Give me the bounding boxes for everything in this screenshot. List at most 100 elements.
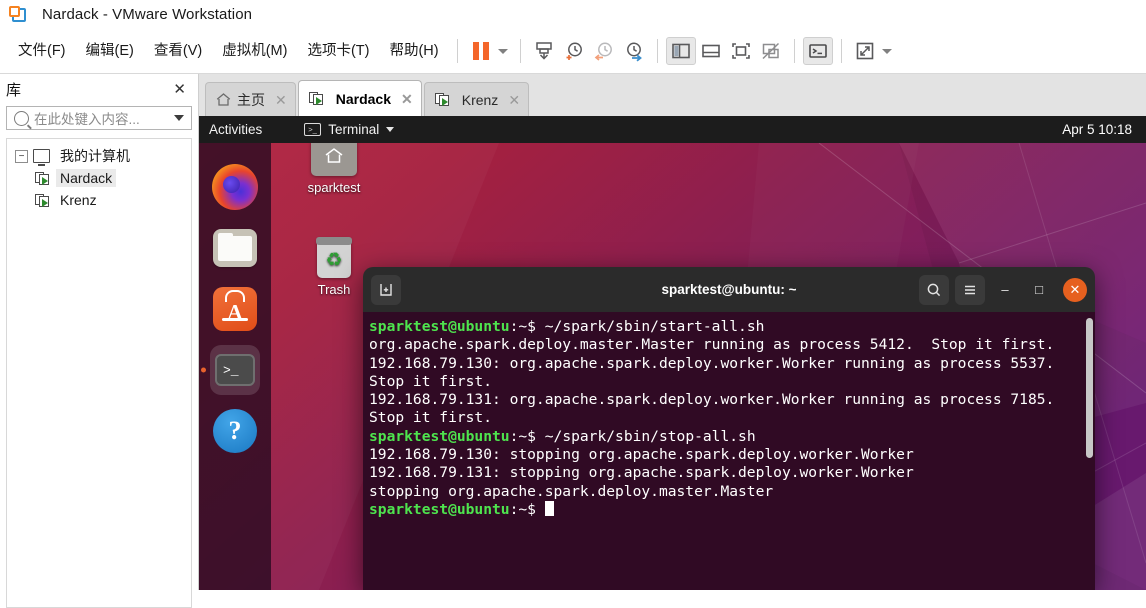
expand-frame-icon: [731, 43, 750, 59]
ubuntu-dock: A >_ ?: [199, 143, 271, 590]
vm-icon: [35, 171, 50, 185]
maximize-button[interactable]: □: [1025, 276, 1053, 304]
manage-snapshot-button[interactable]: [529, 37, 559, 65]
terminal-search-button[interactable]: [919, 274, 949, 305]
tab-label: Krenz: [461, 91, 499, 108]
tab-krenz[interactable]: Krenz ✕: [423, 82, 530, 116]
close-icon[interactable]: ✕: [275, 93, 287, 107]
show-thumbnail-bar-button[interactable]: [696, 37, 726, 65]
collapse-icon[interactable]: −: [15, 149, 28, 163]
bottom-panel-icon: [701, 44, 720, 58]
terminal-window: sparktest@ubuntu: ~ ‒ □ ✕ sparktest@ubun…: [363, 267, 1095, 590]
sidebar-item-nardack[interactable]: Nardack: [7, 167, 191, 189]
dock-item-terminal[interactable]: >_: [210, 345, 260, 395]
close-icon[interactable]: ✕: [169, 80, 190, 98]
tab-label: Nardack: [335, 90, 391, 107]
sidebar-item-label: Krenz: [60, 192, 97, 208]
home-folder-icon: [311, 133, 357, 176]
tab-strip: 主页 ✕ Nardack ✕ Krenz ✕: [199, 74, 1146, 116]
search-placeholder: 在此处键入内容...: [34, 112, 140, 127]
tab-nardack[interactable]: Nardack ✕: [297, 80, 422, 116]
menu-help[interactable]: 帮助(H): [379, 37, 448, 65]
sidebar-panel-icon: [671, 43, 690, 59]
clock-wrench-icon: [626, 42, 642, 62]
window-title: Nardack - VMware Workstation: [42, 6, 253, 23]
library-sidebar: 库 ✕ 在此处键入内容... − 我的计算机 Nardack Krenz: [0, 74, 199, 608]
dock-item-firefox[interactable]: [210, 162, 260, 212]
title-bar: Nardack - VMware Workstation: [0, 0, 1146, 29]
menu-tabs[interactable]: 选项卡(T): [297, 37, 379, 65]
terminal-icon: >_: [304, 123, 322, 136]
search-input[interactable]: 在此处键入内容...: [6, 106, 192, 130]
menu-edit[interactable]: 编辑(E): [76, 37, 144, 65]
close-icon[interactable]: ✕: [508, 93, 520, 107]
search-icon: [14, 110, 29, 126]
vm-icon: [434, 93, 450, 106]
terminal-icon: >_: [215, 354, 255, 386]
minimize-button[interactable]: ‒: [991, 276, 1019, 304]
tab-home[interactable]: 主页 ✕: [205, 82, 296, 116]
tree-root-label: 我的计算机: [60, 148, 130, 164]
gnome-top-bar: Activities >_ Terminal Apr 5 10:18: [199, 116, 1146, 143]
new-tab-button[interactable]: [371, 274, 401, 305]
home-icon: [216, 93, 231, 106]
snapshot-manager-button[interactable]: [619, 37, 649, 65]
vmware-logo-icon: [8, 5, 28, 25]
menu-file[interactable]: 文件(F): [8, 37, 76, 65]
desktop-icon-sparktest[interactable]: sparktest: [291, 133, 377, 195]
trash-icon: ♻: [316, 237, 352, 278]
menu-view[interactable]: 查看(V): [144, 37, 212, 65]
take-snapshot-button[interactable]: [559, 37, 589, 65]
prompt-user: sparktest@ubuntu: [369, 318, 510, 335]
dock-item-help[interactable]: ?: [210, 406, 260, 456]
app-menu-terminal[interactable]: >_ Terminal: [304, 122, 395, 137]
chevron-down-icon[interactable]: [881, 48, 892, 54]
toolbar-separator: [519, 39, 521, 63]
help-question-icon: ?: [213, 409, 257, 453]
terminal-cursor: [544, 500, 554, 516]
revert-snapshot-button[interactable]: [589, 37, 619, 65]
unity-mode-button[interactable]: [756, 37, 786, 65]
guest-viewport: Activities >_ Terminal Apr 5 10:18 A >_ …: [199, 116, 1146, 590]
chevron-down-icon[interactable]: [386, 127, 395, 132]
clock-back-icon: [594, 42, 612, 61]
prompt-user: sparktest@ubuntu: [369, 500, 510, 518]
new-tab-icon: [380, 283, 392, 296]
terminal-body[interactable]: sparktest@ubuntu:~$ ~/spark/sbin/start-a…: [363, 312, 1095, 590]
terminal-scrollbar[interactable]: [1086, 318, 1093, 458]
ubuntu-software-icon: A: [213, 287, 257, 331]
full-screen-button[interactable]: [726, 37, 756, 65]
console-view-button[interactable]: [802, 37, 833, 65]
firefox-icon: [212, 164, 258, 210]
terminal-menu-button[interactable]: [955, 274, 985, 305]
sidebar-item-krenz[interactable]: Krenz: [7, 189, 191, 211]
prompt-user: sparktest@ubuntu: [369, 427, 510, 445]
dock-item-files[interactable]: [210, 223, 260, 273]
menu-vm[interactable]: 虚拟机(M): [212, 37, 297, 65]
computer-icon: [33, 149, 50, 166]
pause-icon: [472, 42, 489, 60]
terminal-output: sparktest@ubuntu:~$ ~/spark/sbin/start-a…: [369, 318, 1055, 518]
stretch-guest-button[interactable]: [850, 37, 880, 65]
close-icon[interactable]: ✕: [401, 92, 413, 106]
clock[interactable]: Apr 5 10:18: [1062, 122, 1132, 137]
clock-plus-icon: [566, 42, 582, 60]
tree-root-my-computer[interactable]: − 我的计算机: [7, 145, 191, 167]
search-icon: [927, 283, 941, 296]
toolbar-separator: [656, 39, 658, 63]
terminal-title-bar: sparktest@ubuntu: ~ ‒ □ ✕: [363, 267, 1095, 312]
toolbar-separator: [840, 39, 842, 63]
vm-icon: [35, 193, 50, 207]
pause-button[interactable]: [466, 37, 496, 65]
close-button[interactable]: ✕: [1063, 277, 1087, 302]
sidebar-item-label: Nardack: [56, 169, 117, 187]
chevron-down-icon[interactable]: [174, 115, 184, 121]
chevron-down-icon[interactable]: [497, 48, 508, 54]
toolbar-separator: [456, 39, 458, 63]
show-library-button[interactable]: [665, 37, 696, 65]
files-folder-icon: [213, 229, 257, 267]
activities-button[interactable]: Activities: [209, 122, 262, 137]
dock-item-ubuntu-software[interactable]: A: [210, 284, 260, 334]
menu-bar: 文件(F) 编辑(E) 查看(V) 虚拟机(M) 选项卡(T) 帮助(H): [0, 29, 1146, 74]
vm-tree: − 我的计算机 Nardack Krenz: [6, 138, 192, 608]
